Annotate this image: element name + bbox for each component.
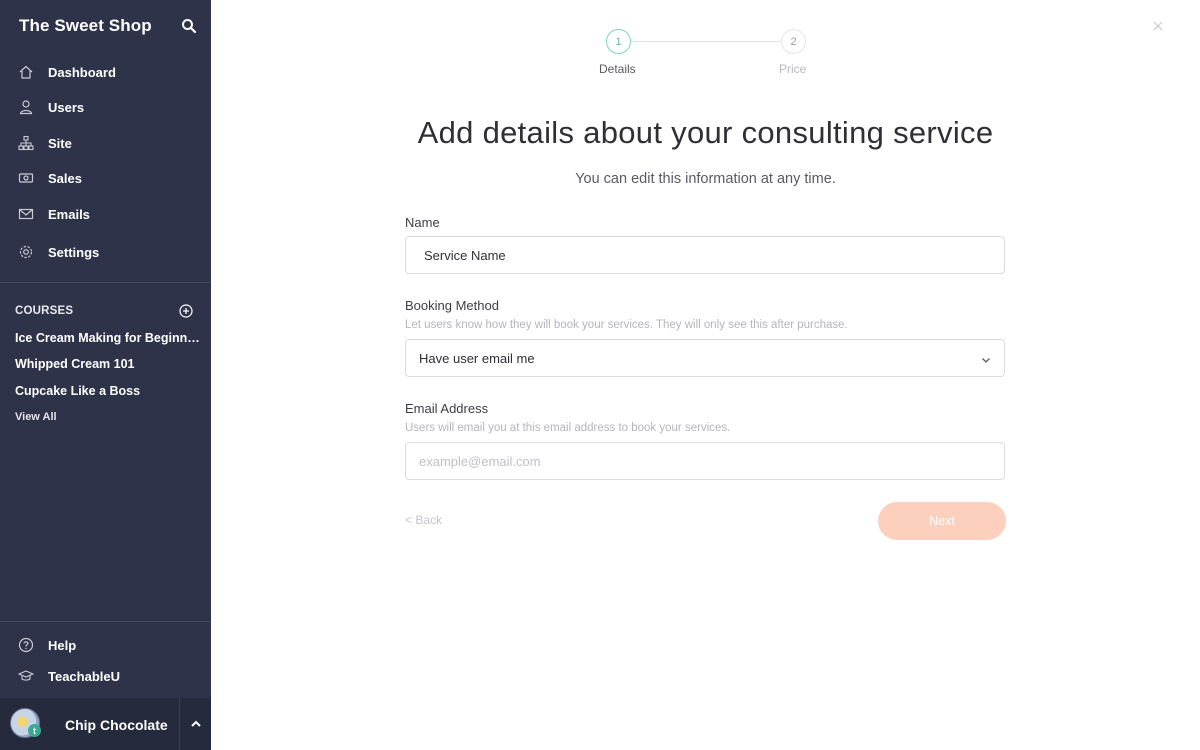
stepper-connector — [629, 41, 793, 42]
sidebar-item-settings[interactable]: Settings — [0, 235, 211, 269]
gear-icon — [17, 243, 35, 261]
sidebar-item-label: Dashboard — [48, 64, 116, 80]
chevron-down-icon — [980, 353, 992, 365]
sidebar-item-label: Help — [48, 638, 77, 653]
sidebar-divider — [0, 282, 211, 283]
sidebar-item-label: Settings — [48, 244, 100, 260]
user-name: Chip Chocolate — [65, 717, 168, 733]
page-title: Add details about your consulting servic… — [417, 115, 994, 150]
stepper: 1 2 Details Price — [590, 29, 830, 89]
next-button[interactable]: Next — [878, 502, 1006, 540]
sidebar: The Sweet Shop Dashboard Users Site Sale… — [0, 0, 211, 750]
home-icon — [17, 63, 35, 81]
sidebar-item-label: Site — [48, 135, 72, 151]
course-item-whipped-cream[interactable]: Whipped Cream 101 — [15, 357, 200, 371]
email-address-help: Users will email you at this email addre… — [405, 422, 731, 434]
step-2-label: Price — [779, 62, 807, 76]
step-1-label: Details — [599, 62, 636, 76]
close-icon[interactable] — [1151, 19, 1165, 33]
course-item-ice-cream[interactable]: Ice Cream Making for Beginners — [15, 331, 200, 345]
graduation-cap-icon — [17, 667, 35, 685]
sidebar-item-label: Emails — [48, 206, 90, 222]
sidebar-item-dashboard[interactable]: Dashboard — [0, 55, 211, 89]
email-field[interactable] — [405, 442, 1005, 480]
add-course-icon[interactable] — [179, 304, 193, 318]
brand-title[interactable]: The Sweet Shop — [19, 16, 152, 36]
email-address-label: Email Address — [405, 401, 489, 416]
school-badge: t — [28, 724, 41, 737]
sidebar-item-emails[interactable]: Emails — [0, 197, 211, 231]
mail-icon — [17, 205, 35, 223]
help-icon — [17, 636, 35, 654]
sidebar-item-sales[interactable]: Sales — [0, 161, 211, 195]
booking-method-label: Booking Method — [405, 298, 499, 313]
step-2-indicator[interactable]: 2 — [781, 29, 806, 54]
sidebar-item-teachableu[interactable]: TeachableU — [0, 661, 211, 691]
sidebar-item-users[interactable]: Users — [0, 90, 211, 124]
sidebar-item-label: Users — [48, 99, 85, 115]
sidebar-item-site[interactable]: Site — [0, 126, 211, 160]
courses-heading: COURSES — [15, 305, 74, 317]
booking-method-select[interactable]: Have user email me — [405, 339, 1005, 377]
sidebar-item-label: TeachableU — [48, 669, 121, 684]
step-1-indicator[interactable]: 1 — [606, 29, 631, 54]
view-all-courses-link[interactable]: View All — [15, 411, 57, 423]
user-menu-toggle[interactable] — [179, 698, 211, 750]
chevron-up-icon — [190, 720, 201, 727]
course-item-cupcake[interactable]: Cupcake Like a Boss — [15, 384, 200, 398]
booking-method-value: Have user email me — [419, 351, 535, 366]
user-icon — [17, 98, 35, 116]
sidebar-divider — [0, 621, 211, 622]
name-label: Name — [405, 215, 440, 230]
service-name-input[interactable] — [405, 236, 1005, 274]
brand-row: The Sweet Shop — [0, 0, 211, 50]
sidebar-item-label: Sales — [48, 170, 82, 186]
search-icon[interactable] — [181, 18, 197, 34]
user-menu[interactable]: t Chip Chocolate — [0, 698, 211, 750]
back-button[interactable]: < Back — [405, 513, 442, 527]
money-icon — [17, 169, 35, 187]
page-subtitle: You can edit this information at any tim… — [575, 171, 836, 187]
booking-method-help: Let users know how they will book your s… — [405, 319, 848, 331]
sidebar-item-help[interactable]: Help — [0, 630, 211, 660]
sitemap-icon — [17, 134, 35, 152]
